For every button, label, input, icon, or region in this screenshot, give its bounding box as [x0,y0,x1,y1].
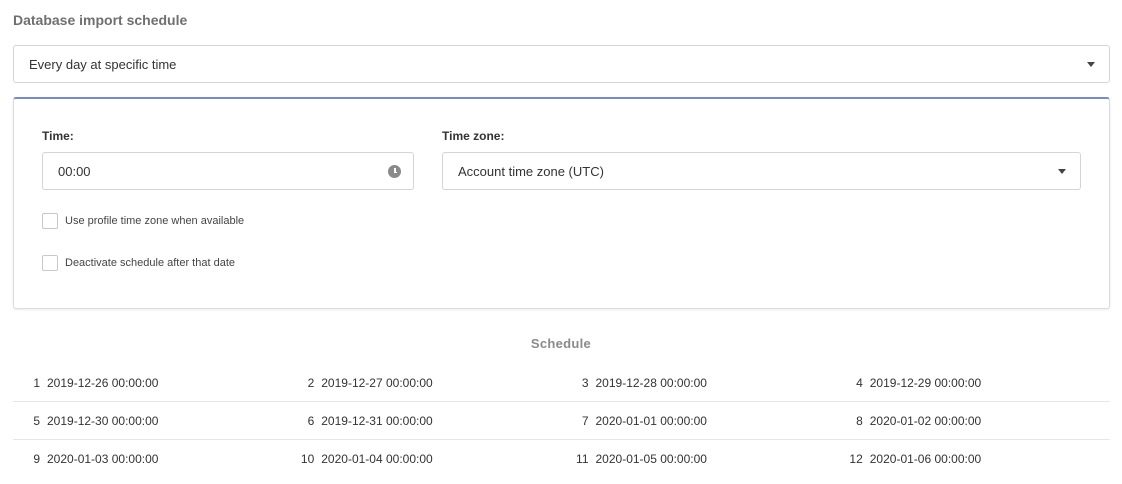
schedule-index: 6 [307,413,315,428]
schedule-datetime: 2020-01-03 00:00:00 [47,452,159,466]
schedule-datetime: 2019-12-26 00:00:00 [47,375,159,390]
time-input[interactable]: 00:00 [42,152,414,190]
schedule-entry: 2 2019-12-27 00:00:00 [287,376,561,390]
schedule-index: 4 [856,375,863,390]
schedule-datetime: 2019-12-29 00:00:00 [869,375,982,390]
caret-down-icon [1087,62,1095,67]
schedule-index: 9 [33,452,40,466]
timezone-select-value: Account time zone (UTC) [458,163,604,179]
profile-timezone-label: Use profile time zone when available [65,215,245,227]
clock-icon[interactable] [388,165,401,178]
schedule-entry: 7 2020-01-01 00:00:00 [562,414,836,428]
time-label: Time: [42,129,74,143]
frequency-select-value: Every day at specific time [29,56,177,72]
import-schedule-page: Database import schedule Every day at sp… [0,0,1122,484]
frequency-select[interactable]: Every day at specific time [13,45,1110,83]
schedule-entry: 10 2020-01-04 00:00:00 [287,452,561,466]
schedule-datetime: 2020-01-06 00:00:00 [869,452,982,466]
deactivate-schedule-checkbox[interactable] [42,255,58,271]
deactivate-schedule-label: Deactivate schedule after that date [65,257,235,269]
schedule-index: 8 [856,413,863,428]
schedule-entry: 4 2019-12-29 00:00:00 [836,376,1110,390]
schedule-index: 10 [300,452,315,466]
schedule-datetime: 2020-01-01 00:00:00 [595,413,707,428]
time-input-value: 00:00 [58,163,91,179]
schedule-settings-panel: Time: 00:00 Time zone: Account time zone… [13,97,1110,309]
section-title: Database import schedule [13,12,188,28]
schedule-index: 12 [849,452,863,466]
table-row: 5 2019-12-30 00:00:00 6 2019-12-31 00:00… [13,402,1110,440]
table-row: 9 2020-01-03 00:00:00 10 2020-01-04 00:0… [13,440,1110,478]
profile-timezone-checkbox[interactable] [42,213,58,229]
schedule-entry: 9 2020-01-03 00:00:00 [13,452,287,466]
schedule-table: 1 2019-12-26 00:00:00 2 2019-12-27 00:00… [13,364,1110,478]
schedule-datetime: 2019-12-28 00:00:00 [595,375,707,390]
schedule-index: 11 [576,452,589,466]
schedule-entry: 8 2020-01-02 00:00:00 [836,414,1110,428]
schedule-index: 2 [307,375,315,390]
schedule-index: 5 [33,413,40,428]
schedule-index: 7 [581,413,589,428]
caret-down-icon [1058,169,1066,174]
schedule-entry: 12 2020-01-06 00:00:00 [836,452,1110,466]
schedule-index: 1 [33,375,40,390]
timezone-label: Time zone: [442,129,505,143]
schedule-title: Schedule [530,336,592,351]
schedule-datetime: 2020-01-02 00:00:00 [869,413,982,428]
schedule-entry: 6 2019-12-31 00:00:00 [287,414,561,428]
profile-timezone-option[interactable]: Use profile time zone when available [42,213,244,229]
schedule-datetime: 2019-12-31 00:00:00 [321,413,433,428]
schedule-entry: 3 2019-12-28 00:00:00 [562,376,836,390]
schedule-datetime: 2019-12-27 00:00:00 [321,375,433,390]
deactivate-schedule-option[interactable]: Deactivate schedule after that date [42,255,235,271]
schedule-datetime: 2020-01-04 00:00:00 [321,452,433,466]
schedule-datetime: 2019-12-30 00:00:00 [47,413,159,428]
schedule-entry: 5 2019-12-30 00:00:00 [13,414,287,428]
schedule-entry: 1 2019-12-26 00:00:00 [13,376,287,390]
schedule-datetime: 2020-01-05 00:00:00 [595,452,707,466]
timezone-select[interactable]: Account time zone (UTC) [442,152,1081,190]
schedule-index: 3 [581,375,589,390]
table-row: 1 2019-12-26 00:00:00 2 2019-12-27 00:00… [13,364,1110,402]
schedule-entry: 11 2020-01-05 00:00:00 [562,452,836,466]
